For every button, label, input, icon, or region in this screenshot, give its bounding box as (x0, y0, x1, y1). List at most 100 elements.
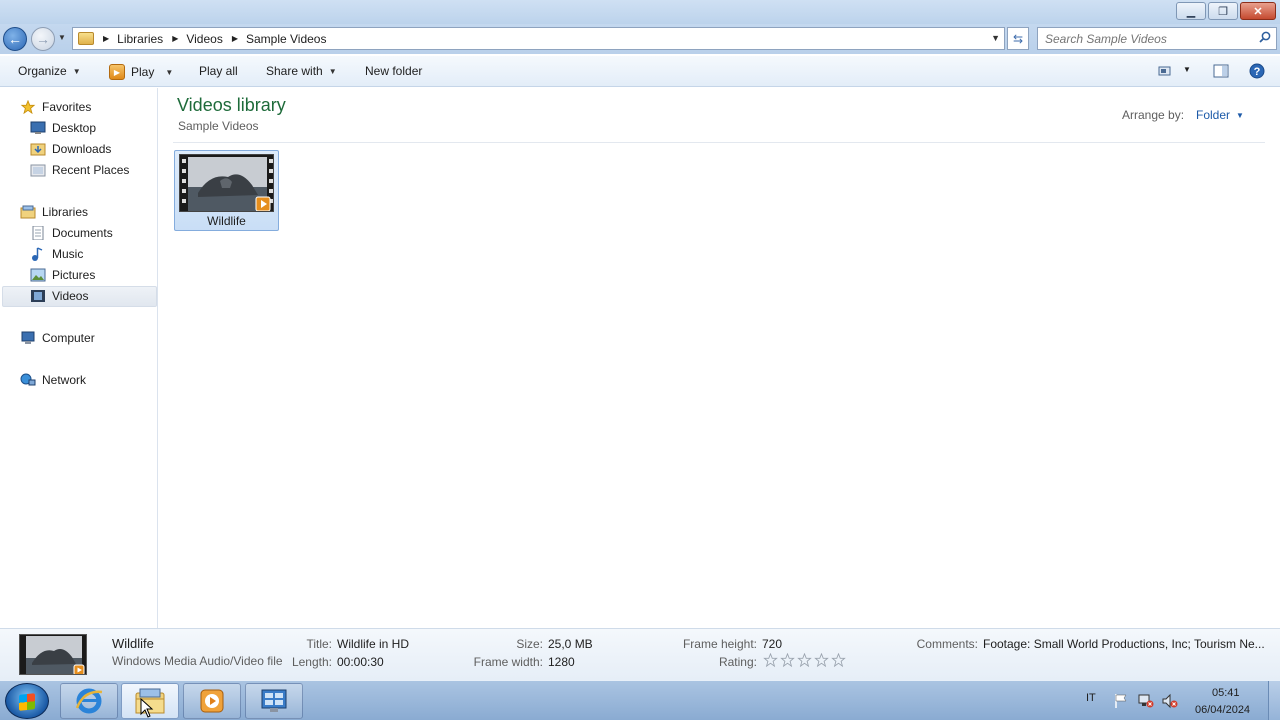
close-button[interactable]: ✕ (1240, 2, 1276, 20)
maximize-button[interactable]: ❐ (1208, 2, 1238, 20)
search-box[interactable] (1037, 27, 1277, 50)
new-folder-button[interactable]: New folder (365, 64, 422, 78)
sidebar-item-videos[interactable]: Videos (30, 286, 88, 306)
start-button[interactable] (5, 683, 49, 719)
sidebar-item-label: Videos (52, 289, 89, 303)
explorer-window: ▁ ❐ ✕ ← → ▼ ▶ Libraries ▶ Videos ▶ Sampl… (0, 0, 1280, 680)
details-file-type: Windows Media Audio/Video file (112, 654, 283, 668)
frame-height-value: 720 (762, 637, 783, 651)
sidebar-item-label: Downloads (52, 142, 112, 156)
sidebar-item-music[interactable]: Music (30, 244, 83, 264)
size-label: Size: (516, 637, 543, 651)
sidebar-item-network[interactable]: Network (20, 370, 86, 390)
organize-button[interactable]: Organize ▼ (18, 64, 81, 78)
search-input[interactable] (1038, 28, 1248, 49)
share-with-button[interactable]: Share with ▼ (266, 64, 337, 78)
sidebar-item-desktop[interactable]: Desktop (30, 118, 96, 138)
preview-pane-icon[interactable] (1213, 64, 1229, 78)
speaker-muted-icon[interactable] (1162, 693, 1178, 709)
comments-label: Comments: (916, 637, 978, 651)
search-icon[interactable] (1259, 31, 1271, 43)
sidebar-item-libraries[interactable]: Libraries (20, 202, 88, 222)
clock-date[interactable]: 06/04/2024 (1195, 704, 1250, 716)
change-view-icon[interactable] (1158, 64, 1174, 78)
sidebar-item-downloads[interactable]: Downloads (30, 139, 111, 159)
star-outline-icon[interactable] (780, 653, 795, 667)
network-icon (20, 373, 36, 386)
comments-value[interactable]: Footage: Small World Productions, Inc; T… (983, 637, 1265, 651)
file-item-wildlife[interactable]: Wildlife (174, 150, 279, 231)
length-value: 00:00:30 (337, 655, 384, 669)
show-desktop-button[interactable] (1268, 681, 1280, 720)
title-value[interactable]: Wildlife in HD (337, 637, 409, 651)
clock-time[interactable]: 05:41 (1212, 687, 1240, 699)
refresh-button[interactable]: ⇆ (1007, 27, 1029, 50)
breadcrumb-libraries[interactable]: Libraries (117, 32, 163, 46)
address-dropdown-icon[interactable]: ▼ (991, 33, 1000, 43)
play-all-label: Play all (199, 64, 238, 78)
view-options-dropdown-icon[interactable]: ▼ (1183, 65, 1191, 74)
pictures-icon (30, 268, 46, 282)
taskbar-internet-explorer[interactable] (60, 683, 118, 719)
share-with-label: Share with (266, 64, 323, 78)
title-label: Title: (306, 637, 332, 651)
network-disconnected-icon[interactable] (1138, 693, 1154, 709)
forward-button[interactable]: → (31, 27, 55, 51)
details-thumbnail (19, 634, 87, 675)
length-label: Length: (291, 655, 332, 669)
star-icon (20, 100, 36, 114)
sidebar-item-recent-places[interactable]: Recent Places (30, 160, 129, 180)
chevron-right-icon[interactable]: ▶ (232, 34, 238, 43)
details-file-name: Wildlife (112, 636, 154, 651)
sidebar-item-label: Network (42, 373, 87, 387)
star-outline-icon[interactable] (831, 653, 846, 667)
recent-pages-dropdown-icon[interactable]: ▼ (58, 33, 66, 42)
sidebar-item-computer[interactable]: Computer (20, 328, 95, 348)
size-value: 25,0 MB (548, 637, 593, 651)
address-bar[interactable]: ▶ Libraries ▶ Videos ▶ Sample Videos ▼ (72, 27, 1005, 50)
taskbar: IT 05:41 06/04/2024 (0, 680, 1280, 720)
breadcrumb-videos[interactable]: Videos (186, 32, 222, 46)
action-center-flag-icon[interactable] (1114, 693, 1128, 709)
taskbar-windows-explorer[interactable] (121, 683, 179, 719)
sidebar-item-pictures[interactable]: Pictures (30, 265, 95, 285)
window-controls: ▁ ❐ ✕ (1176, 2, 1276, 20)
help-icon[interactable]: ? (1249, 63, 1265, 79)
page-subtitle: Sample Videos (178, 119, 259, 133)
play-all-button[interactable]: Play all (199, 64, 238, 78)
sidebar-item-label: Desktop (52, 121, 97, 135)
sidebar-item-favorites[interactable]: Favorites (20, 97, 91, 117)
frame-width-value: 1280 (548, 655, 575, 669)
language-indicator[interactable]: IT (1086, 692, 1096, 704)
taskbar-media-player[interactable] (183, 683, 241, 719)
minimize-icon: ▁ (1186, 5, 1196, 18)
back-arrow-icon: ← (8, 31, 22, 47)
sidebar-item-documents[interactable]: Documents (30, 223, 113, 243)
title-bar[interactable]: ▁ ❐ ✕ (0, 0, 1280, 24)
play-button[interactable]: ▶ Play ▼ (109, 64, 173, 80)
taskbar-control-panel[interactable] (245, 683, 303, 719)
rating-stars[interactable] (763, 653, 846, 667)
star-outline-icon[interactable] (814, 653, 829, 667)
rating-label: Rating: (718, 655, 757, 669)
refresh-icon: ⇆ (1012, 31, 1024, 46)
wildlife-thumbnail-image (180, 155, 273, 211)
svg-text:?: ? (1254, 66, 1261, 78)
sidebar-item-label: Recent Places (52, 163, 130, 177)
video-thumbnail (179, 154, 274, 212)
play-label: Play (131, 65, 155, 79)
back-button[interactable]: ← (3, 27, 27, 51)
file-list-area[interactable]: Videos library Sample Videos Arrange by:… (159, 88, 1280, 628)
downloads-folder-icon (30, 143, 46, 156)
music-note-icon (32, 247, 43, 261)
star-outline-icon[interactable] (763, 653, 778, 667)
star-outline-icon[interactable] (797, 653, 812, 667)
libraries-icon (20, 205, 36, 219)
minimize-button[interactable]: ▁ (1176, 2, 1206, 20)
caret-down-icon: ▼ (328, 66, 337, 76)
chevron-right-icon[interactable]: ▶ (103, 34, 109, 43)
chevron-right-icon[interactable]: ▶ (172, 34, 178, 43)
arrange-by-dropdown[interactable]: Folder ▼ (1196, 108, 1244, 122)
media-player-icon: ▶ (109, 64, 125, 80)
breadcrumb-sample-videos[interactable]: Sample Videos (246, 32, 327, 46)
